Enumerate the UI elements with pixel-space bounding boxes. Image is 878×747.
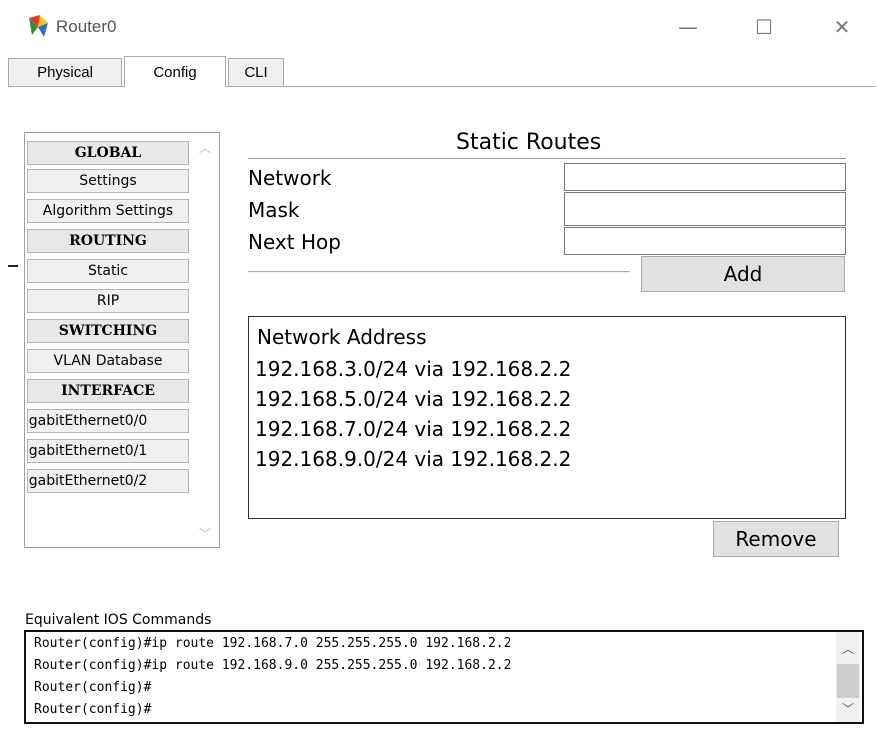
chevron-down-icon[interactable]: ﹀ (836, 696, 860, 720)
next-hop-input[interactable] (564, 227, 846, 255)
heading-divider (248, 158, 846, 159)
ios-line: Router(config)# (34, 680, 152, 695)
mask-label: Mask (248, 198, 300, 222)
sidebar-item-static[interactable]: Static (27, 259, 189, 283)
scroll-thumb[interactable] (837, 664, 859, 698)
sidebar-item-gig0-0[interactable]: GigabitEthernet0/0 (27, 409, 189, 433)
form-divider (248, 271, 630, 273)
sidebar-header-switching[interactable]: SWITCHING (27, 319, 189, 343)
minimize-button[interactable]: — (668, 10, 708, 44)
router-app-icon (29, 15, 48, 37)
window-title: Router0 (56, 17, 117, 36)
tab-physical[interactable]: Physical (8, 58, 122, 86)
title-bar: Router0 — ☐ ✕ (0, 0, 878, 56)
sidebar-item-gig0-1[interactable]: GigabitEthernet0/1 (27, 439, 189, 463)
maximize-button[interactable]: ☐ (744, 10, 784, 44)
list-item[interactable]: 192.168.3.0/24 via 192.168.2.2 (255, 357, 571, 381)
next-hop-label: Next Hop (248, 230, 341, 254)
static-routes-heading: Static Routes (456, 130, 602, 155)
sidebar-header-global[interactable]: GLOBAL (27, 141, 189, 165)
sidebar-scrollbar[interactable]: ︿ ﹀ (191, 133, 219, 547)
divider-stub (8, 265, 18, 267)
sidebar-item-vlan-database[interactable]: VLAN Database (27, 349, 189, 373)
sidebar-item-algorithm-settings[interactable]: Algorithm Settings (27, 199, 189, 223)
sidebar-item-rip[interactable]: RIP (27, 289, 189, 313)
ios-commands-label: Equivalent IOS Commands (25, 612, 212, 628)
list-item[interactable]: 192.168.9.0/24 via 192.168.2.2 (255, 447, 571, 471)
ios-line: Router(config)# (34, 702, 152, 717)
close-button[interactable]: ✕ (822, 10, 862, 44)
list-item[interactable]: 192.168.5.0/24 via 192.168.2.2 (255, 387, 571, 411)
ios-scrollbar[interactable]: ︿ ﹀ (836, 632, 860, 722)
network-label: Network (248, 166, 332, 190)
chevron-down-icon[interactable]: ﹀ (191, 521, 219, 545)
mask-input[interactable] (564, 192, 846, 226)
sidebar-item-label: GigabitEthernet0/0 (27, 413, 148, 429)
tab-cli[interactable]: CLI (228, 58, 284, 86)
list-header: Network Address (257, 325, 427, 349)
sidebar-item-settings[interactable]: Settings (27, 169, 189, 193)
tab-config[interactable]: Config (124, 56, 226, 87)
list-item[interactable]: 192.168.7.0/24 via 192.168.2.2 (255, 417, 571, 441)
chevron-up-icon[interactable]: ︿ (836, 636, 860, 660)
router-config-window: Router0 — ☐ ✕ Physical Config CLI GLOBAL… (0, 0, 878, 747)
remove-route-button[interactable]: Remove (713, 521, 839, 557)
ios-line: Router(config)#ip route 192.168.9.0 255.… (34, 658, 512, 673)
network-input[interactable] (564, 163, 846, 191)
sidebar-item-label: GigabitEthernet0/1 (27, 443, 148, 459)
config-sidebar: GLOBAL Settings Algorithm Settings ROUTI… (24, 132, 220, 548)
sidebar-item-label: GigabitEthernet0/2 (27, 473, 148, 489)
ios-commands-console[interactable]: Router(config)#ip route 192.168.7.0 255.… (24, 630, 864, 724)
sidebar-item-gig0-2[interactable]: GigabitEthernet0/2 (27, 469, 189, 493)
sidebar-header-interface[interactable]: INTERFACE (27, 379, 189, 403)
network-address-list[interactable]: Network Address 192.168.3.0/24 via 192.1… (248, 316, 846, 519)
chevron-up-icon[interactable]: ︿ (191, 135, 219, 159)
sidebar-header-routing[interactable]: ROUTING (27, 229, 189, 253)
add-route-button[interactable]: Add (641, 256, 845, 292)
ios-line: Router(config)#ip route 192.168.7.0 255.… (34, 636, 512, 651)
